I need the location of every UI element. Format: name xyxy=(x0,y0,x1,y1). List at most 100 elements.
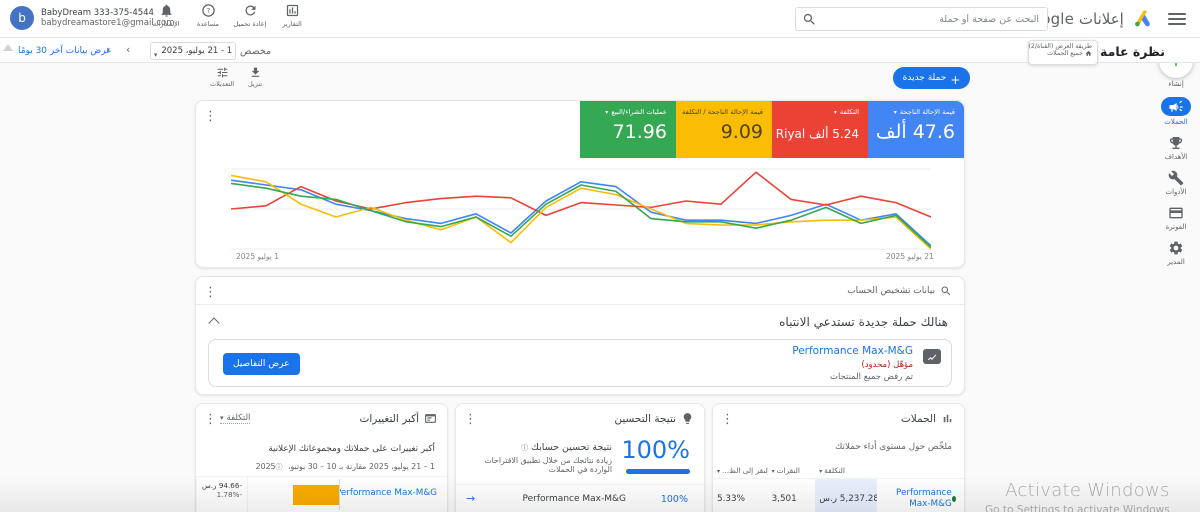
campaign-link[interactable]: Performance Max-M&G xyxy=(326,488,437,498)
cost-cell: 5,237.28 ر.س xyxy=(815,479,877,512)
date-mode-label: مخصص xyxy=(240,46,271,57)
trophy-icon xyxy=(1168,135,1184,151)
account-email: babydreamastore1@gmail.com xyxy=(41,18,175,28)
help-button[interactable]: ? مساعدة xyxy=(190,3,226,28)
kebab-menu-icon[interactable] xyxy=(204,285,217,300)
wrench-icon xyxy=(1168,170,1184,186)
sidebar-item-admin[interactable]: المدير xyxy=(1167,240,1185,266)
column-clicks[interactable]: النقرات xyxy=(768,462,816,478)
view-mode-chip[interactable]: طريقة العرض (القناة/2) جميع الحملات xyxy=(1028,40,1098,65)
lightbulb-icon xyxy=(681,412,694,425)
x-axis-end-label: 21 يوليو 2025 xyxy=(886,252,934,261)
refresh-icon xyxy=(243,3,258,18)
performance-chart-card: قيمة الإحالة الناجحة 47.6 ألف التكلفة 5.… xyxy=(195,100,965,268)
last-30-days-link[interactable]: عرض بيانات آخر 30 يومًا xyxy=(18,46,112,56)
date-prev-chevron[interactable] xyxy=(126,43,130,56)
account-info[interactable]: b BabyDream 333-375-4544 babydreamastore… xyxy=(10,6,175,30)
edge-triangle-icon xyxy=(3,44,13,51)
metric-selector-strip: قيمة الإحالة الناجحة 47.6 ألف التكلفة 5.… xyxy=(580,101,964,158)
sidebar-item-goals[interactable]: الأهداف xyxy=(1165,135,1188,161)
menu-icon[interactable] xyxy=(1168,13,1186,25)
collapse-chevron-icon[interactable] xyxy=(208,317,219,328)
optimization-score-value: 100% xyxy=(621,436,690,464)
sidebar-item-tools[interactable]: الأدوات xyxy=(1166,170,1187,196)
diagnostics-section-title: هنالك حملة جديدة تستدعي الانتباه xyxy=(779,315,948,329)
diagnostics-title: بيانات تشخيص الحساب xyxy=(847,285,952,297)
campaign-alert-item: Performance Max-M&G مؤهّل (محدود) تم رفض… xyxy=(208,339,952,387)
plus-icon xyxy=(950,69,960,88)
changes-row: Performance Max-M&G -94.66 ر.س -1.78% xyxy=(196,476,447,512)
view-details-button[interactable]: عرض التفاصيل xyxy=(223,353,300,375)
campaigns-table-header: التكلفة النقرات نسبة النقر إلى الظ... xyxy=(713,462,964,478)
adjustments-button[interactable]: التعديلات xyxy=(210,66,234,88)
account-name: BabyDream 333-375-4544 xyxy=(41,8,175,18)
campaigns-subtitle: ملخّص حول مستوى أداء حملاتك xyxy=(835,442,952,452)
changes-description: أكبر تغييرات على حملاتك ومجموعاتك الإعلا… xyxy=(205,444,435,454)
new-campaign-button[interactable]: حملة جديدة xyxy=(893,67,970,89)
account-diagnostics-card: بيانات تشخيص الحساب هنالك حملة جديدة تست… xyxy=(195,276,965,395)
sub-bar: نظرة عامة طريقة العرض (القناة/2) جميع ال… xyxy=(0,38,1200,63)
change-values-cell: -94.66 ر.س -1.78% xyxy=(196,477,248,512)
search-input[interactable] xyxy=(796,8,1047,30)
chevron-down-icon xyxy=(894,108,897,116)
chevron-down-icon xyxy=(834,108,837,116)
trend-line-chart xyxy=(231,163,931,251)
status-dot xyxy=(952,496,956,502)
clicks-cell: 3,501 xyxy=(768,479,816,512)
page-title: نظرة عامة xyxy=(1100,44,1165,59)
download-button[interactable]: تنزيل xyxy=(248,66,262,88)
metric-value-per-cost[interactable]: قيمة الإحالة الناجحة / التكلفة 9.09 xyxy=(676,101,772,158)
google-ads-overview-page: إعلانات Google الإشعارات ? مساعدة إعادة … xyxy=(0,0,1200,512)
tune-icon xyxy=(216,66,229,79)
top-app-bar: إعلانات Google الإشعارات ? مساعدة إعادة … xyxy=(0,0,1200,38)
x-axis-start-label: 1 يوليو 2025 xyxy=(236,252,279,261)
home-icon xyxy=(1085,50,1092,57)
campaign-link[interactable]: Performance Max-M&G xyxy=(877,479,964,512)
kebab-menu-icon[interactable] xyxy=(204,109,217,124)
help-icon: ? xyxy=(201,3,216,18)
campaigns-table-row: Performance Max-M&G 5,237.28 ر.س 3,501 5… xyxy=(713,478,964,512)
avatar: b xyxy=(10,6,34,30)
date-range-picker[interactable]: 1 - 21 يوليو، 2025 xyxy=(150,42,236,60)
kebab-menu-icon[interactable] xyxy=(721,412,734,427)
sidebar-item-billing[interactable]: الفوترة xyxy=(1166,205,1187,231)
zero-axis xyxy=(339,479,340,510)
sidebar-item-campaigns[interactable]: الحملات xyxy=(1161,97,1191,126)
chevron-down-icon xyxy=(819,466,822,475)
campaign-name: Performance Max-M&G xyxy=(522,494,626,504)
ads-triangle-icon xyxy=(1131,8,1157,30)
column-campaign xyxy=(877,462,964,478)
pageview-search-icon xyxy=(940,285,952,297)
metric-purchases[interactable]: عمليات الشراء/البيع 71.96 xyxy=(580,101,676,158)
kebab-menu-icon[interactable] xyxy=(204,412,217,427)
forward-arrow-icon[interactable] xyxy=(466,492,475,505)
chevron-down-icon xyxy=(605,108,608,116)
search-icon xyxy=(802,12,817,27)
change-bar xyxy=(293,485,339,505)
metric-cost[interactable]: التكلفة 5.24 ألف Riyal xyxy=(772,101,868,158)
column-cost[interactable]: التكلفة xyxy=(815,462,877,478)
chevron-down-icon xyxy=(220,413,224,423)
changes-card-title: أكبر التغييرات xyxy=(360,412,438,425)
megaphone-icon xyxy=(1168,99,1184,115)
metric-conversion-value[interactable]: قيمة الإحالة الناجحة 47.6 ألف xyxy=(868,101,964,158)
activate-windows-watermark: Activate Windows Go to Settings to activ… xyxy=(985,480,1170,512)
chevron-down-icon xyxy=(717,466,720,475)
kebab-menu-icon[interactable] xyxy=(464,412,477,427)
campaigns-summary-card: الحملات ملخّص حول مستوى أداء حملاتك التك… xyxy=(712,403,965,512)
optimization-row: 100% Performance Max-M&G xyxy=(456,484,704,512)
credit-card-icon xyxy=(1168,205,1184,221)
campaign-chart-icon xyxy=(923,349,941,364)
changes-metric-dropdown[interactable]: التكلفة xyxy=(220,413,250,424)
chevron-down-icon xyxy=(772,466,775,475)
optimization-card-title: نتيجة التحسين xyxy=(614,412,694,425)
global-search xyxy=(795,7,1048,31)
campaign-link[interactable]: Performance Max-M&G xyxy=(792,345,913,357)
reports-button[interactable]: التقارير xyxy=(274,3,310,28)
navigation-rail: إنشاء الحملات الأهداف الأدوات الفوترة ال… xyxy=(1152,38,1200,512)
score-progress-bar xyxy=(626,469,690,474)
column-ctr[interactable]: نسبة النقر إلى الظ... xyxy=(713,462,768,478)
gear-icon xyxy=(1168,240,1184,256)
refresh-button[interactable]: إعادة تحميل xyxy=(232,3,268,28)
campaigns-card-title: الحملات xyxy=(901,412,954,425)
